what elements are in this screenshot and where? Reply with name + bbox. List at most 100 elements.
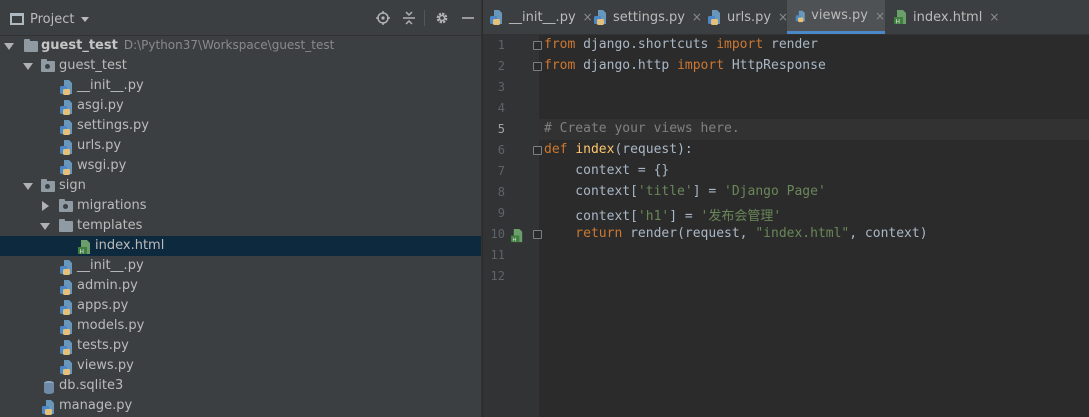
fold-marker-icon[interactable] <box>533 41 542 50</box>
tree-node-file[interactable]: manage.py <box>0 396 481 416</box>
tree-node-file[interactable]: tests.py <box>0 336 481 356</box>
code-line-6[interactable]: def index(request): <box>544 142 693 157</box>
package-folder-icon <box>41 59 55 72</box>
tree-node-file[interactable]: __init__.py <box>0 256 481 276</box>
expand-arrow-icon[interactable] <box>23 183 33 190</box>
tree-node-label: views.py <box>77 358 134 373</box>
code-line-5[interactable]: # Create your views here. <box>544 121 740 136</box>
tree-node-label: index.html <box>95 238 165 253</box>
line-number: 5 <box>497 122 505 136</box>
line-number: 11 <box>490 248 505 262</box>
tree-node-label: guest_test <box>59 58 127 73</box>
code-editor: __init__.py × settings.py × urls.py × vi… <box>483 0 1089 417</box>
tree-node-label: db.sqlite3 <box>59 378 124 393</box>
tree-node-label: migrations <box>77 198 147 213</box>
close-icon[interactable]: × <box>875 9 885 23</box>
python-file-icon <box>60 160 72 175</box>
tab-urls-py[interactable]: urls.py × <box>707 0 788 34</box>
tree-node-label: apps.py <box>77 298 129 313</box>
tree-node-label: urls.py <box>77 138 122 153</box>
editor-tab-bar: __init__.py × settings.py × urls.py × vi… <box>483 0 1089 35</box>
code-line-10[interactable]: return render(request, "index.html", con… <box>544 226 927 241</box>
package-folder-icon <box>59 199 73 212</box>
line-number: 2 <box>497 59 505 73</box>
chevron-down-icon <box>81 17 90 22</box>
expand-arrow-icon[interactable] <box>40 223 50 230</box>
tree-node-label: __init__.py <box>77 258 144 273</box>
tree-node-folder[interactable]: templates <box>0 216 481 236</box>
tab-label: __init__.py <box>509 9 576 25</box>
python-file-icon <box>594 10 606 25</box>
tab-settings-py[interactable]: settings.py × <box>593 0 702 34</box>
line-number: 9 <box>497 206 505 220</box>
code-line-8[interactable]: context['title'] = 'Django Page' <box>544 184 825 199</box>
collapse-all-icon[interactable] <box>402 11 416 25</box>
tree-node-root-guest-test[interactable]: guest_test D:\Python37\Workspace\guest_te… <box>0 36 481 56</box>
tree-node-file[interactable]: urls.py <box>0 136 481 156</box>
tree-node-file[interactable]: apps.py <box>0 296 481 316</box>
tree-node-file[interactable]: settings.py <box>0 116 481 136</box>
tree-node-file[interactable]: db.sqlite3 <box>0 376 481 396</box>
close-icon[interactable]: × <box>989 10 999 24</box>
code-line-7[interactable]: context = {} <box>544 163 669 178</box>
collapse-arrow-icon[interactable] <box>42 201 49 211</box>
tree-node-label: admin.py <box>77 278 138 293</box>
tab-init-py[interactable]: __init__.py × <box>489 0 593 34</box>
tree-node-file-selected[interactable]: H index.html <box>0 236 481 256</box>
tree-node-label: wsgi.py <box>77 158 127 173</box>
hide-panel-icon[interactable] <box>461 11 475 25</box>
line-number: 1 <box>497 38 505 52</box>
tree-node-label: templates <box>77 218 143 233</box>
project-panel-title: Project <box>30 11 75 27</box>
tree-node-label: tests.py <box>77 338 129 353</box>
close-icon[interactable]: × <box>583 10 593 24</box>
folder-icon <box>24 39 38 52</box>
expand-arrow-icon[interactable] <box>23 63 33 70</box>
python-file-icon <box>60 340 72 355</box>
fold-marker-icon[interactable] <box>533 146 542 155</box>
tab-label: settings.py <box>613 9 685 25</box>
line-number: 3 <box>497 80 505 94</box>
line-number: 8 <box>497 185 505 199</box>
project-view-selector[interactable]: Project <box>10 10 90 28</box>
line-number: 12 <box>490 269 505 283</box>
tree-node-folder[interactable]: migrations <box>0 196 481 216</box>
tree-node-label: models.py <box>77 318 145 333</box>
code-line-9[interactable]: context['h1'] = '发布会管理' <box>544 205 781 224</box>
tree-node-file[interactable]: wsgi.py <box>0 156 481 176</box>
python-file-icon <box>42 400 54 415</box>
html-file-icon: H <box>78 240 90 255</box>
tree-node-label: __init__.py <box>77 78 144 93</box>
tree-node-package[interactable]: guest_test <box>0 56 481 76</box>
tree-node-label: guest_test <box>41 38 118 53</box>
project-tool-window: Project guest_test D:\Python37\Workspace… <box>0 0 482 417</box>
python-file-icon <box>708 10 720 25</box>
html-template-gutter-icon[interactable]: H <box>510 228 525 243</box>
python-file-icon <box>60 80 72 95</box>
svg-text:H: H <box>896 19 901 26</box>
tree-node-file[interactable]: admin.py <box>0 276 481 296</box>
python-file-icon <box>60 120 72 135</box>
tree-node-file[interactable]: models.py <box>0 316 481 336</box>
tree-node-file[interactable]: asgi.py <box>0 96 481 116</box>
line-number: 7 <box>497 164 505 178</box>
fold-marker-icon[interactable] <box>533 230 542 239</box>
line-number: 4 <box>497 101 505 115</box>
project-panel-header: Project <box>0 0 481 36</box>
gear-icon[interactable] <box>435 11 449 25</box>
tree-node-file[interactable]: views.py <box>0 356 481 376</box>
expand-arrow-icon[interactable] <box>4 43 14 50</box>
code-line-1[interactable]: from django.shortcuts import render <box>544 37 818 52</box>
tree-node-label: settings.py <box>77 118 149 133</box>
package-folder-icon <box>41 179 55 192</box>
tab-index-html[interactable]: H index.html × <box>893 0 999 34</box>
fold-marker-icon[interactable] <box>533 62 542 71</box>
tree-node-package[interactable]: sign <box>0 176 481 196</box>
tree-node-file[interactable]: __init__.py <box>0 76 481 96</box>
close-icon[interactable]: × <box>692 10 702 24</box>
python-file-icon <box>795 10 805 22</box>
python-file-icon <box>490 10 502 25</box>
crosshair-icon[interactable] <box>376 11 390 25</box>
code-line-2[interactable]: from django.http import HttpResponse <box>544 58 826 73</box>
tab-views-py-active[interactable]: views.py × <box>787 0 885 34</box>
